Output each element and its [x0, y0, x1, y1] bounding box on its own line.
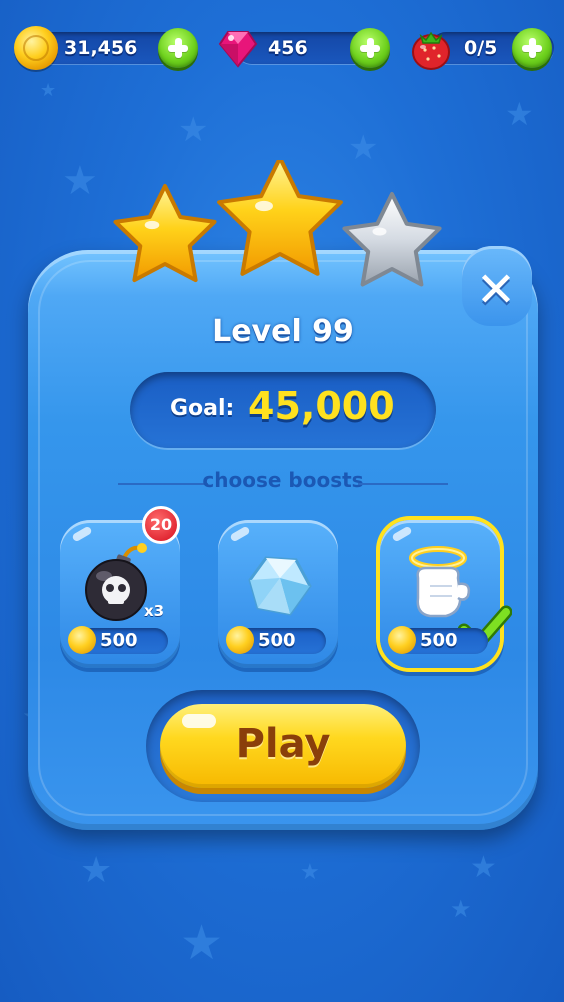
crystal-icon — [248, 556, 312, 616]
background-star-icon: ★ — [300, 860, 320, 885]
gems-counter: 456 — [216, 26, 392, 70]
star-highlight — [372, 227, 387, 236]
background-star-icon: ★ — [450, 895, 472, 923]
coin-icon — [388, 626, 416, 654]
star-earned-icon — [217, 160, 343, 276]
coin-icon — [14, 26, 58, 70]
background-star-icon: ★ — [40, 80, 57, 101]
play-button-well: Play — [146, 690, 420, 802]
boosts-heading: choose boosts — [202, 468, 364, 492]
goal-value: 45,000 — [248, 384, 395, 428]
coins-value: 31,456 — [64, 37, 138, 59]
coins-counter: 31,456 — [14, 26, 200, 70]
strawberry-icon — [408, 26, 452, 70]
background-star-icon: ★ — [178, 110, 209, 150]
add-gems-button[interactable] — [350, 28, 390, 68]
add-coins-button[interactable] — [158, 28, 198, 68]
goal-display: Goal: 45,000 — [130, 372, 436, 448]
goal-label: Goal: — [170, 396, 235, 421]
gems-value: 456 — [268, 37, 308, 59]
boost-price: 500 — [388, 626, 488, 654]
resource-bar: 31,456 456 0/5 — [0, 24, 564, 76]
price-value: 500 — [258, 630, 296, 651]
lives-value: 0/5 — [464, 37, 498, 59]
star-highlight — [255, 200, 273, 212]
play-button-label: Play — [235, 721, 331, 767]
star-rating — [113, 160, 442, 287]
play-button[interactable]: Play — [160, 704, 406, 788]
background-star-icon: ★ — [80, 850, 113, 891]
star-empty-icon — [342, 192, 442, 287]
lives-counter: 0/5 — [408, 26, 556, 70]
boost-count-badge: 20 — [142, 506, 180, 544]
boost-price: 500 — [68, 626, 168, 654]
background-star-icon: ★ — [180, 915, 224, 971]
boost-bomb[interactable]: 20 x3 500 — [60, 506, 180, 668]
price-value: 500 — [100, 630, 138, 651]
add-lives-button[interactable] — [512, 28, 552, 68]
boost-crystal[interactable]: 500 — [218, 520, 338, 668]
level-title: Level 99 — [212, 314, 354, 349]
boost-quantity: x3 — [144, 602, 165, 620]
coin-icon — [226, 626, 254, 654]
divider — [358, 483, 448, 485]
star-earned-icon — [113, 184, 217, 283]
coin-icon — [68, 626, 96, 654]
level-panel: ✕ Level 99 Goal: 45,000 choose boosts 20… — [28, 246, 538, 830]
star-highlight — [144, 220, 160, 230]
boost-glove[interactable]: 500 — [380, 520, 512, 668]
gem-icon — [216, 26, 260, 70]
boost-price: 500 — [226, 626, 326, 654]
background-star-icon: ★ — [470, 850, 497, 885]
background-star-icon: ★ — [505, 95, 534, 133]
price-value: 500 — [420, 630, 458, 651]
